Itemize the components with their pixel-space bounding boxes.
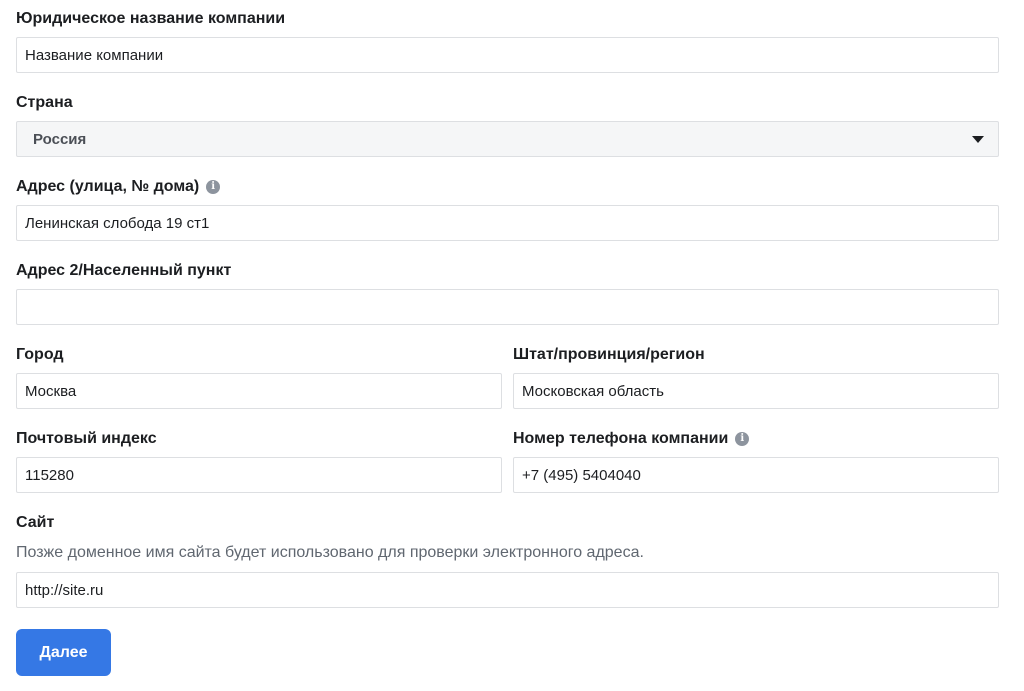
- phone-label-text: Номер телефона компании: [513, 430, 729, 447]
- postal-input[interactable]: [25, 458, 493, 492]
- city-field[interactable]: [16, 373, 502, 409]
- company-name-label-text: Юридическое название компании: [16, 10, 286, 27]
- address1-label-text: Адрес (улица, № дома): [16, 178, 200, 195]
- website-hint: Позже доменное имя сайта будет использов…: [16, 544, 644, 561]
- phone-field[interactable]: [513, 457, 999, 493]
- postal-label-text: Почтовый индекс: [16, 430, 157, 447]
- address2-label: Адрес 2/Населенный пункт: [16, 261, 231, 281]
- address2-label-text: Адрес 2/Населенный пункт: [16, 262, 232, 279]
- region-input[interactable]: [522, 374, 990, 408]
- region-label: Штат/провинция/регион: [513, 345, 705, 365]
- country-selected-value: Россия: [33, 130, 87, 148]
- website-label-text: Сайт: [16, 514, 55, 531]
- address2-field[interactable]: [16, 289, 999, 325]
- company-name-input[interactable]: [25, 38, 990, 72]
- chevron-down-icon: [972, 135, 984, 143]
- address1-label: Адрес (улица, № дома) i: [16, 177, 221, 197]
- address1-field[interactable]: [16, 205, 999, 241]
- info-icon[interactable]: i: [735, 432, 750, 446]
- website-input[interactable]: [25, 573, 990, 607]
- region-label-text: Штат/провинция/регион: [513, 346, 705, 363]
- country-label-text: Страна: [16, 94, 73, 111]
- country-select[interactable]: Россия: [16, 121, 999, 157]
- address2-input[interactable]: [25, 290, 990, 324]
- country-label: Страна: [16, 93, 73, 113]
- city-label: Город: [16, 345, 64, 365]
- company-name-label: Юридическое название компании: [16, 9, 285, 29]
- region-field[interactable]: [513, 373, 999, 409]
- city-label-text: Город: [16, 346, 64, 363]
- postal-field[interactable]: [16, 457, 502, 493]
- address1-input[interactable]: [25, 206, 990, 240]
- phone-label: Номер телефона компании i: [513, 429, 750, 449]
- website-label: Сайт: [16, 513, 54, 533]
- postal-label: Почтовый индекс: [16, 429, 157, 449]
- next-button[interactable]: Далее: [16, 629, 111, 676]
- phone-input[interactable]: [522, 458, 990, 492]
- website-field[interactable]: [16, 572, 999, 608]
- info-icon[interactable]: i: [206, 180, 221, 194]
- company-name-field[interactable]: [16, 37, 999, 73]
- city-input[interactable]: [25, 374, 493, 408]
